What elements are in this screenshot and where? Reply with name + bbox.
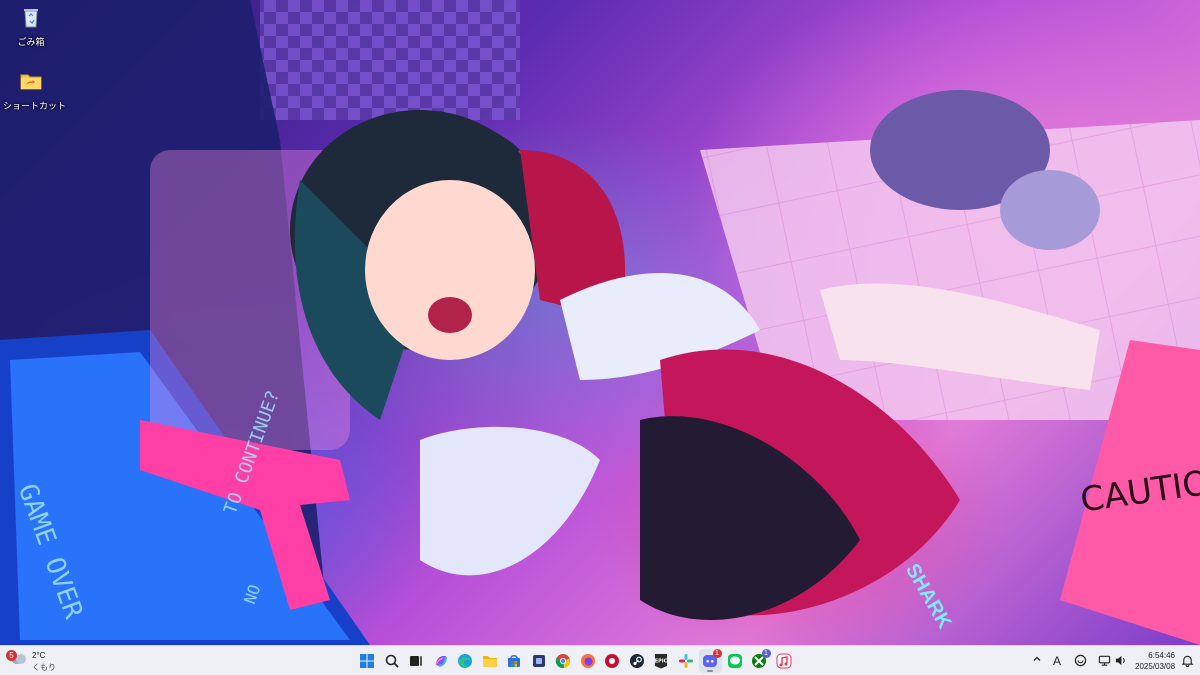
red-app-icon [605,654,620,668]
line-icon [727,654,742,668]
network-icon[interactable] [1097,654,1111,668]
weather-widget[interactable]: 5 2°C くもり [6,649,76,673]
desktop-icon-label: ごみ箱 [17,37,45,47]
file-explorer-icon [482,656,497,667]
discord-notification-badge: 1 [712,649,722,658]
taskbar-line-button[interactable] [724,649,747,673]
taskbar-search-button[interactable] [381,649,404,673]
taskbar-store-button[interactable] [503,649,526,673]
desktop-icon-label: ショートカット [3,101,67,111]
taskbar-file-explorer-button[interactable] [479,649,502,673]
tray-app-icon[interactable] [1073,654,1087,668]
notification-bell-icon[interactable] [1180,654,1194,668]
task-view-icon [410,656,423,666]
taskbar: 5 2°C くもり EPIC 1 1 A 6:54:46 2025/03/08 [0,645,1200,675]
desktop-wallpaper: CAUTION GAME OVER TO CONTINUE? NO SHARK [0,0,1200,645]
taskbar-task-view-button[interactable] [405,649,428,673]
weather-temperature: 2°C [32,651,46,660]
tray-circle-icon [1074,654,1086,667]
search-icon [385,654,399,668]
slack-icon [678,654,693,668]
tray-overflow-chevron-icon[interactable] [1030,654,1044,668]
svg-text:EPIC: EPIC [655,659,668,665]
wallpaper-art [0,0,1200,645]
desktop-icon-shortcut[interactable]: ショートカット [3,68,67,112]
steam-icon [629,654,644,668]
active-indicator [707,670,713,672]
taskbar-slack-button[interactable] [675,649,698,673]
taskbar-firefox-button[interactable] [577,649,600,673]
taskbar-start-button[interactable] [356,649,379,673]
desktop-icon-recycle-bin[interactable]: ごみ箱 [3,4,59,48]
music-icon [776,653,792,669]
clock-date: 2025/03/08 [1135,662,1176,671]
taskbar-discord-button[interactable]: 1 [699,649,722,673]
taskbar-chrome-button[interactable] [552,649,575,673]
taskbar-edge-button[interactable] [454,649,477,673]
store-icon [508,655,521,667]
taskbar-copilot-button[interactable] [430,649,453,673]
app-icon [532,655,545,667]
taskbar-xbox-button[interactable]: 1 [748,649,771,673]
weather-condition: くもり [32,663,56,672]
taskbar-red-app-button[interactable] [601,649,624,673]
clock-time: 6:54:46 [1148,651,1175,660]
taskbar-app-button[interactable] [528,649,551,673]
ime-indicator[interactable]: A [1050,654,1064,668]
windows-start-icon [360,654,375,668]
taskbar-clock[interactable]: 6:54:46 2025/03/08 [1135,650,1175,672]
copilot-icon [435,656,447,667]
recycle-bin-icon [24,9,38,28]
taskbar-steam-button[interactable] [626,649,649,673]
taskbar-music-button[interactable] [773,649,796,673]
volume-icon[interactable] [1113,654,1127,668]
taskbar-apps: EPIC 1 1 [356,649,795,673]
weather-badge: 5 [6,650,17,661]
taskbar-epic-button[interactable]: EPIC [650,649,673,673]
chrome-icon [556,654,571,669]
folder-shortcut-icon [20,74,42,90]
epic-games-icon: EPIC [655,654,668,669]
edge-icon [458,654,473,668]
firefox-icon [580,654,595,668]
xbox-notification-badge: 1 [761,649,771,658]
